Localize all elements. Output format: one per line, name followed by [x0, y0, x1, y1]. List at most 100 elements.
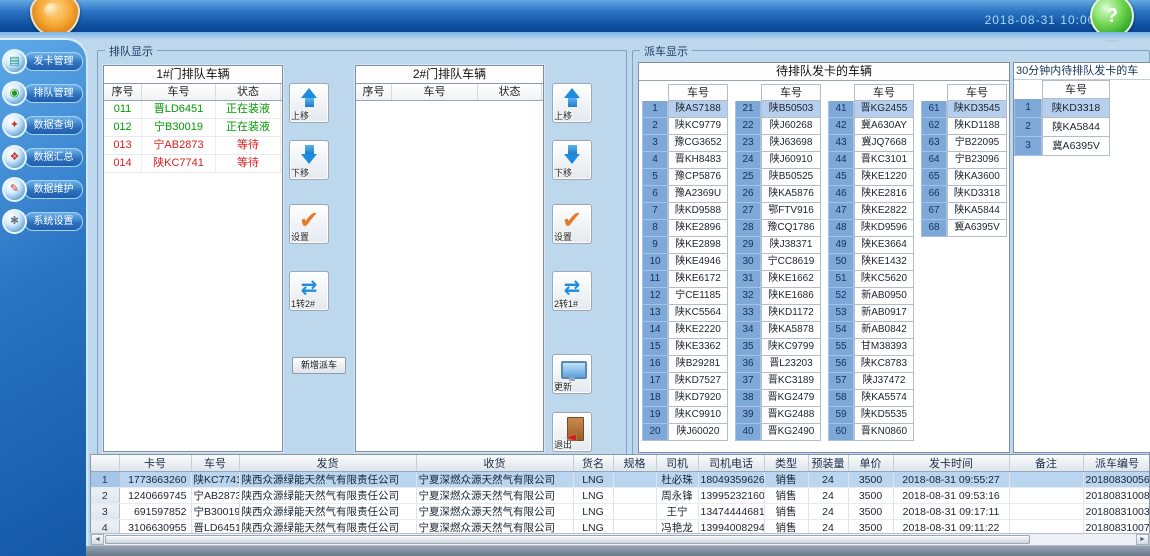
pending-row[interactable]: 29陕J38371: [735, 237, 821, 254]
pending-row[interactable]: 52新AB0950: [828, 288, 914, 305]
pending-row[interactable]: 12宁CE1185: [642, 288, 728, 305]
pending-row[interactable]: 40晋KG2490: [735, 424, 821, 441]
pending-row[interactable]: 7陕KD9588: [642, 203, 728, 220]
pending-row[interactable]: 15陕KE3362: [642, 339, 728, 356]
table-row[interactable]: 3691597852宁B30019陕西众源绿能天然气有限责任公司宁夏深燃众源天然…: [91, 504, 1150, 520]
pending-30min-row[interactable]: 3冀A6395V: [1014, 137, 1150, 156]
pending-row[interactable]: 37晋KC3189: [735, 373, 821, 390]
pending-row[interactable]: 39晋KG2488: [735, 407, 821, 424]
pending-row[interactable]: 61陕KD3545: [921, 101, 1007, 118]
pending-row[interactable]: 57陕J37472: [828, 373, 914, 390]
queue-row[interactable]: 013宁AB2873等待: [104, 137, 282, 155]
pending-row[interactable]: 3豫CG3652: [642, 135, 728, 152]
exit-button[interactable]: ◄ 退出: [552, 412, 592, 452]
pending-row[interactable]: 60晋KN0860: [828, 424, 914, 441]
pending-row[interactable]: 47陕KE2822: [828, 203, 914, 220]
sidebar-item-data-summary[interactable]: ❖数据汇总: [2, 146, 83, 170]
move-down-button[interactable]: 下移: [289, 140, 329, 180]
pending-row[interactable]: 51陕KC5620: [828, 271, 914, 288]
pending-row[interactable]: 5豫CP5876: [642, 169, 728, 186]
pending-row[interactable]: 36晋L23203: [735, 356, 821, 373]
sidebar-item-queue-management[interactable]: ◉排队管理: [2, 82, 83, 106]
transfer-1to2-button[interactable]: ⇄1转2#: [289, 271, 329, 311]
pending-row[interactable]: 54新AB0842: [828, 322, 914, 339]
queue-row[interactable]: 012宁B30019正在装液: [104, 119, 282, 137]
sidebar-item-data-query[interactable]: ✦数据查询: [2, 114, 83, 138]
pending-row[interactable]: 35陕KC9799: [735, 339, 821, 356]
pending-row[interactable]: 19陕KC9910: [642, 407, 728, 424]
update-button[interactable]: 更新: [552, 354, 592, 394]
move-up-button[interactable]: 上移: [289, 83, 329, 123]
pending-row[interactable]: 22陕J60268: [735, 118, 821, 135]
pending-row[interactable]: 45陕KE1220: [828, 169, 914, 186]
pending-row[interactable]: 8陕KE2896: [642, 220, 728, 237]
pending-row[interactable]: 43冀JQ7668: [828, 135, 914, 152]
pending-row[interactable]: 20陕J60020: [642, 424, 728, 441]
pending-row[interactable]: 68冀A6395V: [921, 220, 1007, 237]
pending-row[interactable]: 28豫CQ1786: [735, 220, 821, 237]
set-button[interactable]: ✔设置: [552, 204, 592, 244]
pending-row[interactable]: 30宁CC8619: [735, 254, 821, 271]
pending-row[interactable]: 31陕KE1662: [735, 271, 821, 288]
queue-row[interactable]: 014陕KC7741等待: [104, 155, 282, 173]
pending-row[interactable]: 63宁B22095: [921, 135, 1007, 152]
sidebar-item-data-maintenance[interactable]: ✎数据维护: [2, 178, 83, 202]
pending-row[interactable]: 38晋KG2479: [735, 390, 821, 407]
pending-row[interactable]: 49陕KE3664: [828, 237, 914, 254]
table-row[interactable]: 11773663260陕KC7741陕西众源绿能天然气有限责任公司宁夏深燃众源天…: [91, 472, 1150, 488]
sidebar-item-system-settings[interactable]: ✱系统设置: [2, 210, 83, 234]
pending-row[interactable]: 67陕KA5844: [921, 203, 1007, 220]
table-row[interactable]: 21240669745宁AB2873陕西众源绿能天然气有限责任公司宁夏深燃众源天…: [91, 488, 1150, 504]
pending-row[interactable]: 9陕KE2898: [642, 237, 728, 254]
transfer-2to1-button[interactable]: ⇄2转1#: [552, 271, 592, 311]
pending-row[interactable]: 23陕J63698: [735, 135, 821, 152]
move-up-button[interactable]: 上移: [552, 83, 592, 123]
pending-row[interactable]: 34陕KA5878: [735, 322, 821, 339]
pending-row[interactable]: 50陕KE1432: [828, 254, 914, 271]
pending-row[interactable]: 65陕KA3600: [921, 169, 1007, 186]
pending-row[interactable]: 26陕KA5876: [735, 186, 821, 203]
pending-row[interactable]: 4晋KH8483: [642, 152, 728, 169]
pending-row[interactable]: 46陕KE2816: [828, 186, 914, 203]
pending-row[interactable]: 18陕KD7920: [642, 390, 728, 407]
pending-row[interactable]: 66陕KD3318: [921, 186, 1007, 203]
sidebar-item-card-management[interactable]: ▤发卡管理: [2, 50, 83, 74]
pending-row[interactable]: 21陕B50503: [735, 101, 821, 118]
scrollbar-thumb[interactable]: [105, 535, 1030, 544]
pending-row[interactable]: 53新AB0917: [828, 305, 914, 322]
pending-row[interactable]: 14陕KE2220: [642, 322, 728, 339]
pending-row[interactable]: 32陕KE1686: [735, 288, 821, 305]
pending-30min-row[interactable]: 1陕KD3318: [1014, 99, 1150, 118]
horizontal-scrollbar[interactable]: ◄ ►: [90, 533, 1150, 546]
pending-row[interactable]: 64宁B23096: [921, 152, 1007, 169]
pending-row[interactable]: 55甘M38393: [828, 339, 914, 356]
pending-row[interactable]: 24陕J60910: [735, 152, 821, 169]
pending-row[interactable]: 10陕KE4946: [642, 254, 728, 271]
move-down-button[interactable]: 下移: [552, 140, 592, 180]
pending-30min-row[interactable]: 2陕KA5844: [1014, 118, 1150, 137]
cell-card: 1773663260: [119, 472, 191, 488]
pending-row[interactable]: 56陕KC8783: [828, 356, 914, 373]
add-dispatch-button[interactable]: 新增派车: [292, 357, 346, 374]
pending-row[interactable]: 44晋KC3101: [828, 152, 914, 169]
pending-row[interactable]: 6豫A2369U: [642, 186, 728, 203]
pending-row[interactable]: 58陕KA5574: [828, 390, 914, 407]
pending-row[interactable]: 2陕KC9779: [642, 118, 728, 135]
pending-row[interactable]: 62陕KD1188: [921, 118, 1007, 135]
pending-row[interactable]: 42冀A630AY: [828, 118, 914, 135]
scroll-left-icon[interactable]: ◄: [91, 534, 104, 545]
pending-row[interactable]: 41晋KG2455: [828, 101, 914, 118]
pending-row[interactable]: 59陕KD5535: [828, 407, 914, 424]
pending-row[interactable]: 33陕KD1172: [735, 305, 821, 322]
pending-row[interactable]: 17陕KD7527: [642, 373, 728, 390]
pending-row[interactable]: 1陕AS7188: [642, 101, 728, 118]
pending-row[interactable]: 27鄂FTV916: [735, 203, 821, 220]
set-button[interactable]: ✔设置: [289, 204, 329, 244]
scroll-right-icon[interactable]: ►: [1136, 534, 1149, 545]
pending-row[interactable]: 13陕KC5564: [642, 305, 728, 322]
pending-row[interactable]: 48陕KD9596: [828, 220, 914, 237]
pending-row[interactable]: 11陕KE6172: [642, 271, 728, 288]
pending-row[interactable]: 16陕B29281: [642, 356, 728, 373]
queue-row[interactable]: 011晋LD6451正在装液: [104, 101, 282, 119]
pending-row[interactable]: 25陕B50525: [735, 169, 821, 186]
